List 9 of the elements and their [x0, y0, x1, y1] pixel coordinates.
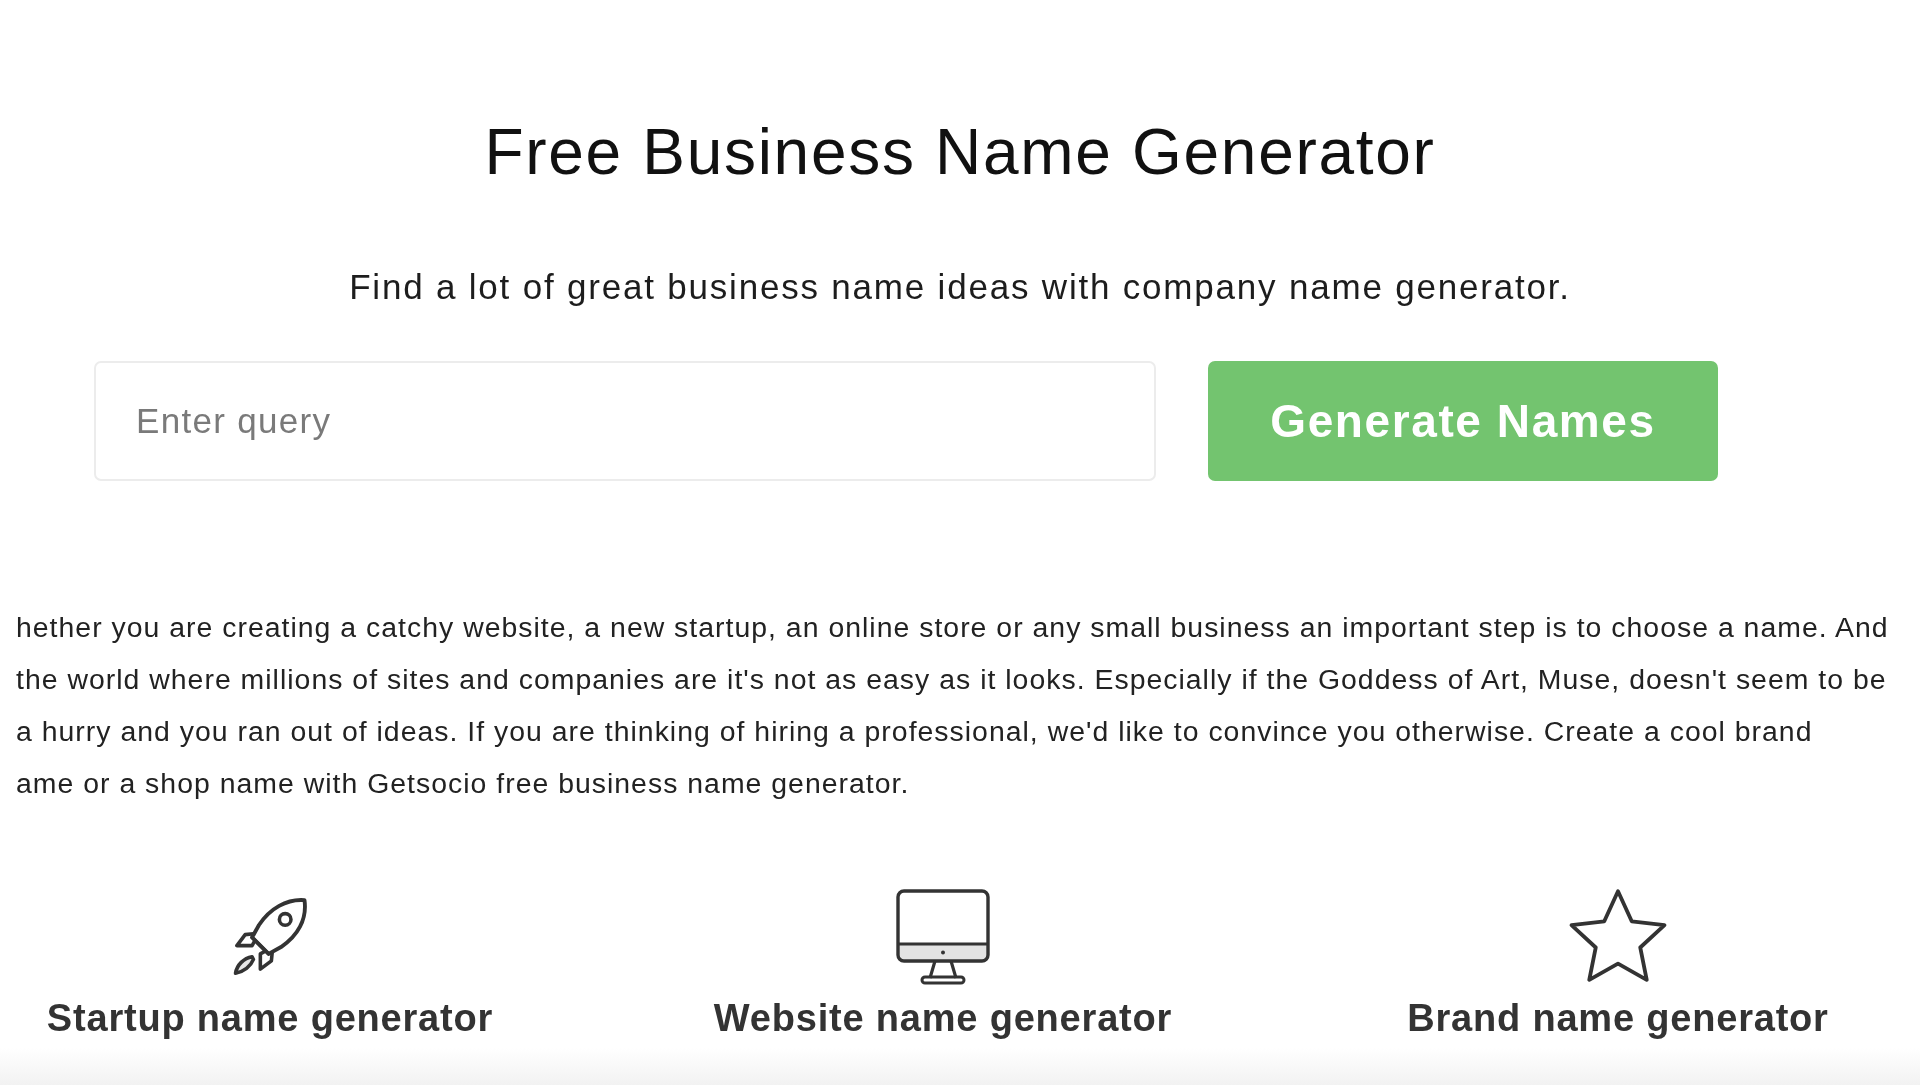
monitor-icon	[895, 888, 991, 986]
generate-button[interactable]: Generate Names	[1208, 361, 1718, 481]
feature-title: Startup name generator	[46, 996, 494, 1040]
feature-title: Brand name generator	[1407, 996, 1829, 1040]
page-title: Free Business Name Generator	[483, 115, 1437, 189]
feature-title: Website name generator	[713, 996, 1173, 1040]
query-input[interactable]: Enter query	[94, 361, 1156, 481]
page-subtitle: Find a lot of great business name ideas with company name generator.	[348, 266, 1572, 308]
intro-paragraph: hether you are creating a catchy website, a new startup, an online store or any small business an important step is to choose a name. And the world where millions of sites and companies are it's not as easy as it looks. Especially if the Goddess of Art, Muse, doesn't seem to be a hurry and you ran out of ideas. If you are thinking of hiring a professional, we'd like to convince you otherwise. Create a cool brand ame or a shop name with Getsocio free business name generator.	[15, 610, 1890, 801]
